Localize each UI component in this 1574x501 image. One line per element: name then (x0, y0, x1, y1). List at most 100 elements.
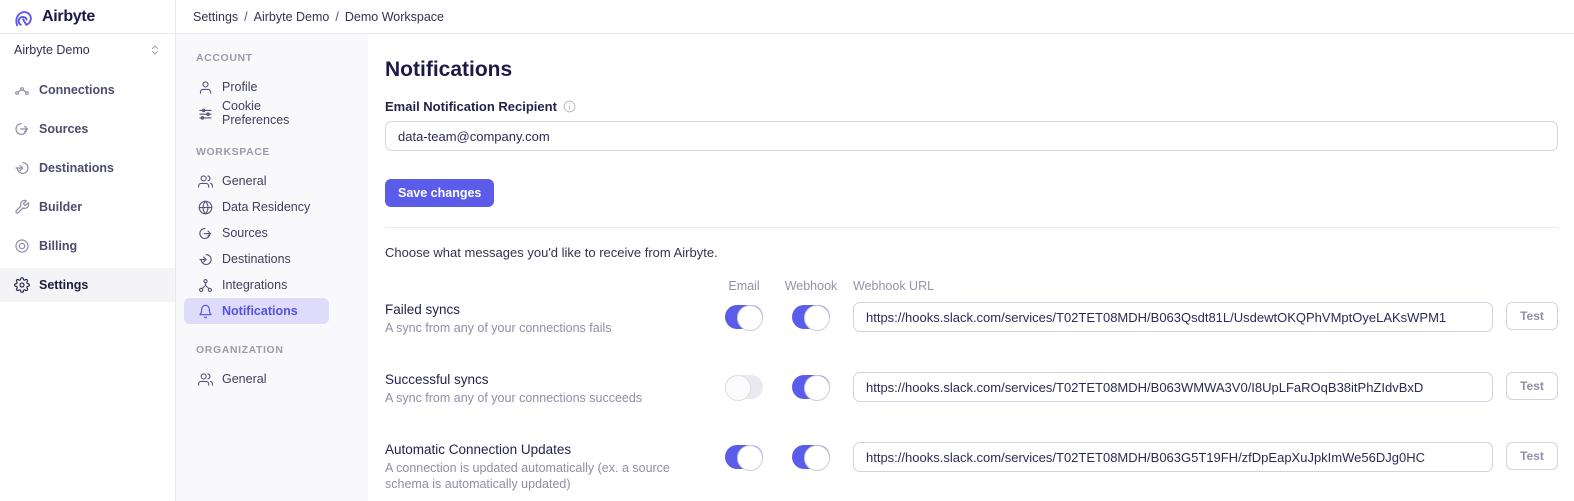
source-icon (14, 121, 30, 137)
settings-section-account: ACCOUNT Profile Cookie Preferences (176, 52, 368, 126)
email-column-header: Email (725, 279, 763, 293)
brand-name: Airbyte (42, 8, 95, 26)
sidebar-item-label: Connections (39, 83, 115, 97)
sidebar-item-billing[interactable]: Billing (0, 229, 175, 263)
breadcrumb-separator: / (244, 10, 247, 24)
row-name: Failed syncs (385, 302, 703, 317)
webhook-toggle[interactable] (792, 445, 830, 469)
notification-row: Automatic Connection Updates A connectio… (385, 442, 1558, 492)
main-sidebar: Airbyte Airbyte Demo Connections Sources (0, 0, 176, 501)
settings-item-label: Profile (222, 80, 257, 94)
webhook-url-input[interactable] (853, 302, 1493, 332)
webhook-url-input[interactable] (853, 442, 1493, 472)
topbar: Settings / Airbyte Demo / Demo Workspace (176, 0, 1574, 34)
settings-item-cookie-preferences[interactable]: Cookie Preferences (184, 100, 329, 126)
source-icon (198, 226, 213, 241)
settings-item-label: Cookie Preferences (222, 99, 329, 127)
logo-row[interactable]: Airbyte (0, 0, 175, 34)
settings-item-org-general[interactable]: General (184, 366, 329, 392)
app-window: Airbyte Airbyte Demo Connections Sources (0, 0, 1574, 501)
breadcrumb-workspace-org[interactable]: Airbyte Demo (254, 10, 330, 24)
email-toggle[interactable] (725, 445, 763, 469)
email-recipient-label: Email Notification Recipient (385, 99, 557, 114)
row-name: Automatic Connection Updates (385, 442, 703, 457)
globe-icon (198, 200, 213, 215)
settings-item-label: Integrations (222, 278, 287, 292)
test-button[interactable]: Test (1506, 442, 1558, 470)
sidebar-item-label: Destinations (39, 161, 114, 175)
settings-item-label: Data Residency (222, 200, 310, 214)
airbyte-logo-icon (13, 6, 35, 28)
settings-item-notifications[interactable]: Notifications (184, 298, 329, 324)
settings-section-organization: ORGANIZATION General (176, 344, 368, 392)
settings-item-label: General (222, 372, 266, 386)
destination-icon (14, 160, 30, 176)
notification-row: Failed syncs A sync from any of your con… (385, 302, 1558, 336)
sliders-icon (198, 106, 213, 121)
settings-item-integrations[interactable]: Integrations (184, 272, 329, 298)
row-description: A connection is updated automatically (e… (385, 460, 703, 492)
breadcrumb-settings[interactable]: Settings (193, 10, 238, 24)
users-icon (198, 174, 213, 189)
connections-icon (14, 82, 30, 98)
settings-item-data-residency[interactable]: Data Residency (184, 194, 329, 220)
settings-item-label: General (222, 174, 266, 188)
webhook-toggle[interactable] (792, 305, 830, 329)
sidebar-item-destinations[interactable]: Destinations (0, 151, 175, 185)
info-icon[interactable] (563, 100, 576, 113)
sidebar-item-connections[interactable]: Connections (0, 73, 175, 107)
section-divider (385, 227, 1558, 228)
settings-item-label: Notifications (222, 304, 298, 318)
user-icon (198, 80, 213, 95)
row-label-cell: Automatic Connection Updates A connectio… (385, 442, 725, 492)
notification-row: Successful syncs A sync from any of your… (385, 372, 1558, 406)
settings-item-sources[interactable]: Sources (184, 220, 329, 246)
wrench-icon (14, 199, 30, 215)
email-toggle[interactable] (725, 305, 763, 329)
notifications-description: Choose what messages you'd like to recei… (385, 245, 1558, 260)
email-toggle[interactable] (725, 375, 763, 399)
save-changes-button[interactable]: Save changes (385, 179, 494, 207)
workspace-selector[interactable]: Airbyte Demo (0, 34, 175, 66)
sidebar-item-label: Billing (39, 239, 77, 253)
notification-rows: Failed syncs A sync from any of your con… (385, 302, 1558, 492)
settings-item-general[interactable]: General (184, 168, 329, 194)
sidebar-item-label: Settings (39, 278, 88, 292)
webhook-toggle[interactable] (792, 375, 830, 399)
row-description: A sync from any of your connections succ… (385, 390, 703, 406)
breadcrumb-separator: / (335, 10, 338, 24)
section-title: ACCOUNT (176, 52, 368, 64)
notifications-table-header: Email Webhook Webhook URL (385, 279, 1558, 293)
row-description: A sync from any of your connections fail… (385, 320, 703, 336)
sidebar-item-label: Builder (39, 200, 82, 214)
bell-icon (198, 304, 213, 319)
settings-item-label: Sources (222, 226, 268, 240)
destination-icon (198, 252, 213, 267)
chevron-up-down-icon (149, 44, 161, 56)
sidebar-item-sources[interactable]: Sources (0, 112, 175, 146)
row-label-cell: Successful syncs A sync from any of your… (385, 372, 725, 406)
settings-nav: ACCOUNT Profile Cookie Preferences WORKS… (176, 34, 368, 501)
breadcrumb: Settings / Airbyte Demo / Demo Workspace (193, 10, 444, 24)
row-name: Successful syncs (385, 372, 703, 387)
sidebar-item-builder[interactable]: Builder (0, 190, 175, 224)
row-label-cell: Failed syncs A sync from any of your con… (385, 302, 725, 336)
breadcrumb-workspace[interactable]: Demo Workspace (345, 10, 444, 24)
settings-item-destinations[interactable]: Destinations (184, 246, 329, 272)
webhook-url-column-header: Webhook URL (853, 279, 1493, 293)
coin-icon (14, 238, 30, 254)
email-recipient-input[interactable] (385, 121, 1558, 151)
primary-nav: Connections Sources Destinations Builder (0, 73, 175, 307)
gear-icon (14, 277, 30, 293)
users-icon (198, 372, 213, 387)
test-button[interactable]: Test (1506, 372, 1558, 400)
page-title: Notifications (385, 58, 1558, 82)
section-title: WORKSPACE (176, 146, 368, 158)
settings-item-label: Destinations (222, 252, 291, 266)
test-button[interactable]: Test (1506, 302, 1558, 330)
settings-item-profile[interactable]: Profile (184, 74, 329, 100)
sidebar-item-label: Sources (39, 122, 88, 136)
sidebar-item-settings[interactable]: Settings (0, 268, 175, 302)
section-title: ORGANIZATION (176, 344, 368, 356)
webhook-url-input[interactable] (853, 372, 1493, 402)
